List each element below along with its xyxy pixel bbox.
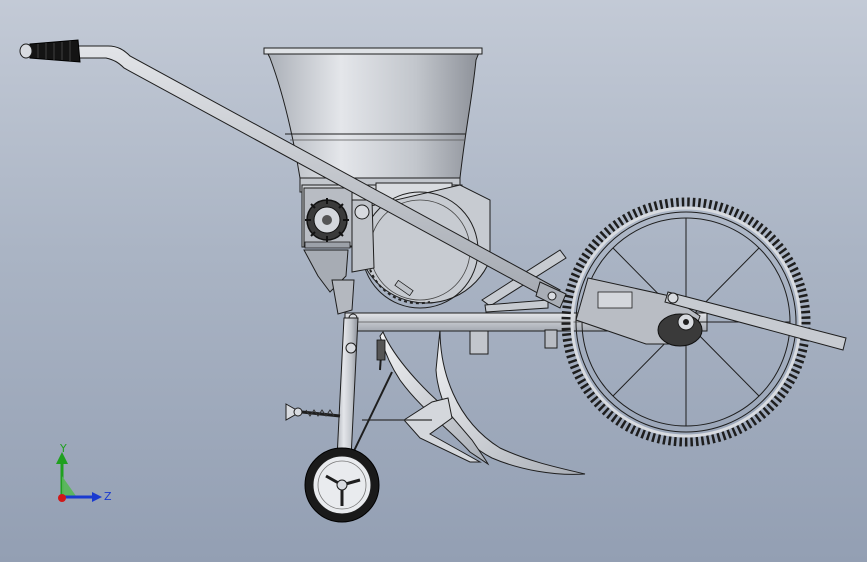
- triad-z-label: Z: [104, 490, 112, 503]
- furrow-opener: [379, 329, 586, 475]
- seed-chute: [303, 249, 355, 315]
- seeder-model[interactable]: [0, 0, 867, 562]
- view-triad[interactable]: Y Z: [44, 440, 124, 515]
- triad-y-axis: [56, 452, 76, 496]
- depth-spring: [285, 403, 341, 421]
- 3d-viewport[interactable]: Y Z: [0, 0, 867, 562]
- triad-x-axis-dot: [58, 494, 66, 502]
- hopper: [263, 47, 483, 193]
- triad-y-label: Y: [59, 442, 67, 455]
- handle-grip: [19, 39, 81, 63]
